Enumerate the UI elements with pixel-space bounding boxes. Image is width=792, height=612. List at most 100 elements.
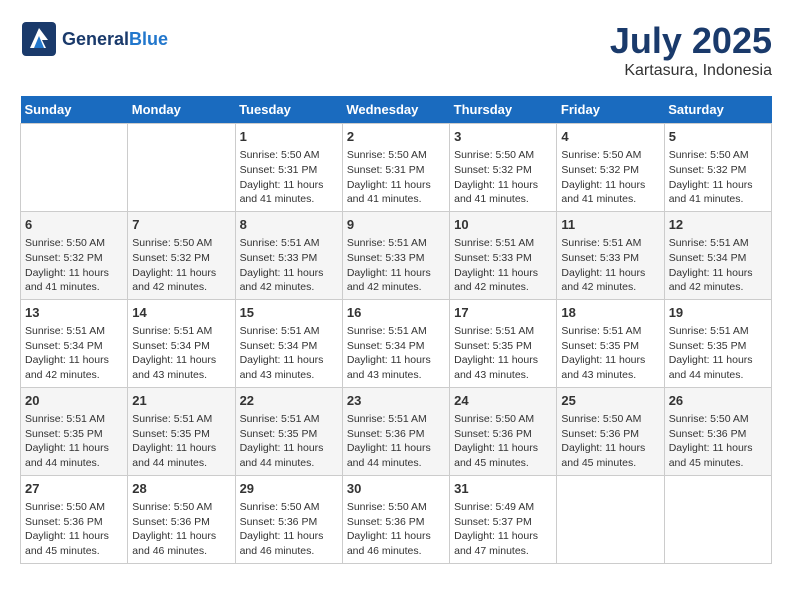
cell-content: Sunrise: 5:50 AMSunset: 5:36 PMDaylight:… bbox=[454, 412, 552, 471]
cell-line: Daylight: 11 hours bbox=[561, 267, 645, 279]
cell-line: and 44 minutes. bbox=[240, 457, 315, 469]
column-header-sunday: Sunday bbox=[21, 96, 128, 124]
cell-line: Daylight: 11 hours bbox=[132, 354, 216, 366]
cell-line: Daylight: 11 hours bbox=[347, 267, 431, 279]
day-number: 19 bbox=[669, 304, 767, 322]
cell-line: Daylight: 11 hours bbox=[561, 179, 645, 191]
calendar-week-row: 1Sunrise: 5:50 AMSunset: 5:31 PMDaylight… bbox=[21, 124, 772, 212]
cell-line: Sunset: 5:34 PM bbox=[132, 340, 210, 352]
cell-line: and 43 minutes. bbox=[240, 369, 315, 381]
cell-line: Daylight: 11 hours bbox=[240, 267, 324, 279]
day-number: 11 bbox=[561, 216, 659, 234]
cell-line: and 42 minutes. bbox=[240, 281, 315, 293]
day-number: 15 bbox=[240, 304, 338, 322]
calendar-cell: 13Sunrise: 5:51 AMSunset: 5:34 PMDayligh… bbox=[21, 299, 128, 387]
day-number: 28 bbox=[132, 480, 230, 498]
cell-content: Sunrise: 5:51 AMSunset: 5:35 PMDaylight:… bbox=[561, 324, 659, 383]
page-header: GeneralBlue July 2025 Kartasura, Indones… bbox=[20, 20, 772, 80]
cell-line: Sunset: 5:31 PM bbox=[347, 164, 425, 176]
calendar-cell: 12Sunrise: 5:51 AMSunset: 5:34 PMDayligh… bbox=[664, 211, 771, 299]
cell-line: Sunrise: 5:50 AM bbox=[561, 149, 641, 161]
cell-content: Sunrise: 5:51 AMSunset: 5:34 PMDaylight:… bbox=[240, 324, 338, 383]
logo-icon bbox=[20, 20, 58, 58]
cell-line: Daylight: 11 hours bbox=[454, 530, 538, 542]
cell-line: Sunset: 5:34 PM bbox=[347, 340, 425, 352]
cell-line: Daylight: 11 hours bbox=[240, 442, 324, 454]
cell-line: Daylight: 11 hours bbox=[132, 442, 216, 454]
column-header-monday: Monday bbox=[128, 96, 235, 124]
calendar-cell: 5Sunrise: 5:50 AMSunset: 5:32 PMDaylight… bbox=[664, 124, 771, 212]
day-number: 18 bbox=[561, 304, 659, 322]
cell-line: Daylight: 11 hours bbox=[454, 179, 538, 191]
cell-line: Sunset: 5:33 PM bbox=[561, 252, 639, 264]
cell-line: and 41 minutes. bbox=[25, 281, 100, 293]
calendar-cell: 26Sunrise: 5:50 AMSunset: 5:36 PMDayligh… bbox=[664, 387, 771, 475]
cell-content: Sunrise: 5:50 AMSunset: 5:32 PMDaylight:… bbox=[561, 148, 659, 207]
cell-line: Sunset: 5:32 PM bbox=[132, 252, 210, 264]
page-title: July 2025 bbox=[610, 20, 772, 62]
cell-line: Sunrise: 5:51 AM bbox=[561, 237, 641, 249]
cell-line: and 42 minutes. bbox=[454, 281, 529, 293]
calendar-cell: 1Sunrise: 5:50 AMSunset: 5:31 PMDaylight… bbox=[235, 124, 342, 212]
calendar-week-row: 27 Sunrise: 5:50 AM Sunset: 5:36 PM Dayligh… bbox=[21, 475, 772, 563]
cell-line: Sunrise: 5:51 AM bbox=[669, 325, 749, 337]
day-number: 12 bbox=[669, 216, 767, 234]
calendar-cell: 2Sunrise: 5:50 AMSunset: 5:31 PMDaylight… bbox=[342, 124, 449, 212]
cell-line: Sunset: 5:35 PM bbox=[25, 428, 103, 440]
calendar-cell bbox=[664, 475, 771, 563]
cell-content: Sunrise: 5:50 AMSunset: 5:32 PMDaylight:… bbox=[669, 148, 767, 207]
day-number: 31 bbox=[454, 480, 552, 498]
calendar-cell: 16Sunrise: 5:51 AMSunset: 5:34 PMDayligh… bbox=[342, 299, 449, 387]
cell-line: Sunset: 5:33 PM bbox=[454, 252, 532, 264]
cell-content: Sunrise: 5:51 AMSunset: 5:35 PMDaylight:… bbox=[25, 412, 123, 471]
cell-line: Sunrise: 5:50 AM bbox=[132, 237, 212, 249]
cell-line: Daylight: 11 hours bbox=[669, 354, 753, 366]
day-number: 7 bbox=[132, 216, 230, 234]
cell-line: Sunset: 5:35 PM bbox=[669, 340, 747, 352]
calendar-cell: 25Sunrise: 5:50 AMSunset: 5:36 PMDayligh… bbox=[557, 387, 664, 475]
calendar-cell bbox=[21, 124, 128, 212]
cell-line: Daylight: 11 hours bbox=[25, 442, 109, 454]
calendar-week-row: 13Sunrise: 5:51 AMSunset: 5:34 PMDayligh… bbox=[21, 299, 772, 387]
cell-line: and 41 minutes. bbox=[454, 193, 529, 205]
column-header-tuesday: Tuesday bbox=[235, 96, 342, 124]
cell-line: Sunrise: 5:50 AM bbox=[561, 413, 641, 425]
cell-line: Daylight: 11 hours bbox=[347, 442, 431, 454]
cell-line: Sunrise: 5:51 AM bbox=[240, 325, 320, 337]
cell-line: and 41 minutes. bbox=[347, 193, 422, 205]
cell-line: Daylight: 11 hours bbox=[561, 354, 645, 366]
cell-line: Sunset: 5:36 PM bbox=[240, 516, 318, 528]
column-header-saturday: Saturday bbox=[664, 96, 771, 124]
calendar-cell: 27Sunrise: 5:50 AMSunset: 5:36 PMDayligh… bbox=[21, 475, 128, 563]
cell-line: Sunrise: 5:50 AM bbox=[25, 501, 105, 513]
column-header-friday: Friday bbox=[557, 96, 664, 124]
cell-line: Sunset: 5:33 PM bbox=[240, 252, 318, 264]
cell-line: Sunrise: 5:51 AM bbox=[132, 413, 212, 425]
calendar-cell: 10Sunrise: 5:51 AMSunset: 5:33 PMDayligh… bbox=[450, 211, 557, 299]
cell-content: Sunrise: 5:51 AMSunset: 5:35 PMDaylight:… bbox=[132, 412, 230, 471]
cell-line: Sunset: 5:36 PM bbox=[454, 428, 532, 440]
calendar-cell: 19 Sunrise: 5:51 AM Sunset: 5:35 PM Dayligh… bbox=[664, 299, 771, 387]
calendar-cell: 30Sunrise: 5:50 AMSunset: 5:36 PMDayligh… bbox=[342, 475, 449, 563]
cell-line: and 42 minutes. bbox=[25, 369, 100, 381]
cell-line: Sunrise: 5:51 AM bbox=[669, 237, 749, 249]
cell-content: Sunrise: 5:51 AMSunset: 5:33 PMDaylight:… bbox=[347, 236, 445, 295]
logo: GeneralBlue bbox=[20, 20, 168, 58]
cell-line: Sunset: 5:35 PM bbox=[561, 340, 639, 352]
cell-line: Sunrise: 5:50 AM bbox=[240, 149, 320, 161]
calendar-cell: 6Sunrise: 5:50 AMSunset: 5:32 PMDaylight… bbox=[21, 211, 128, 299]
cell-content: Sunrise: 5:51 AMSunset: 5:35 PMDaylight:… bbox=[240, 412, 338, 471]
cell-line: Daylight: 11 hours bbox=[25, 267, 109, 279]
day-number: 30 bbox=[347, 480, 445, 498]
cell-content: Sunrise: 5:50 AMSunset: 5:36 PMDaylight:… bbox=[561, 412, 659, 471]
cell-line: Sunrise: 5:51 AM bbox=[347, 237, 427, 249]
day-number: 27 bbox=[25, 480, 123, 498]
cell-line: Sunrise: 5:50 AM bbox=[669, 413, 749, 425]
calendar-header-row: SundayMondayTuesdayWednesdayThursdayFrid… bbox=[21, 96, 772, 124]
cell-line: Sunset: 5:34 PM bbox=[240, 340, 318, 352]
cell-line: Daylight: 11 hours bbox=[25, 354, 109, 366]
cell-line: and 42 minutes. bbox=[669, 281, 744, 293]
calendar-cell: 20Sunrise: 5:51 AMSunset: 5:35 PMDayligh… bbox=[21, 387, 128, 475]
cell-line: and 44 minutes. bbox=[25, 457, 100, 469]
cell-line: Sunrise: 5:51 AM bbox=[132, 325, 212, 337]
